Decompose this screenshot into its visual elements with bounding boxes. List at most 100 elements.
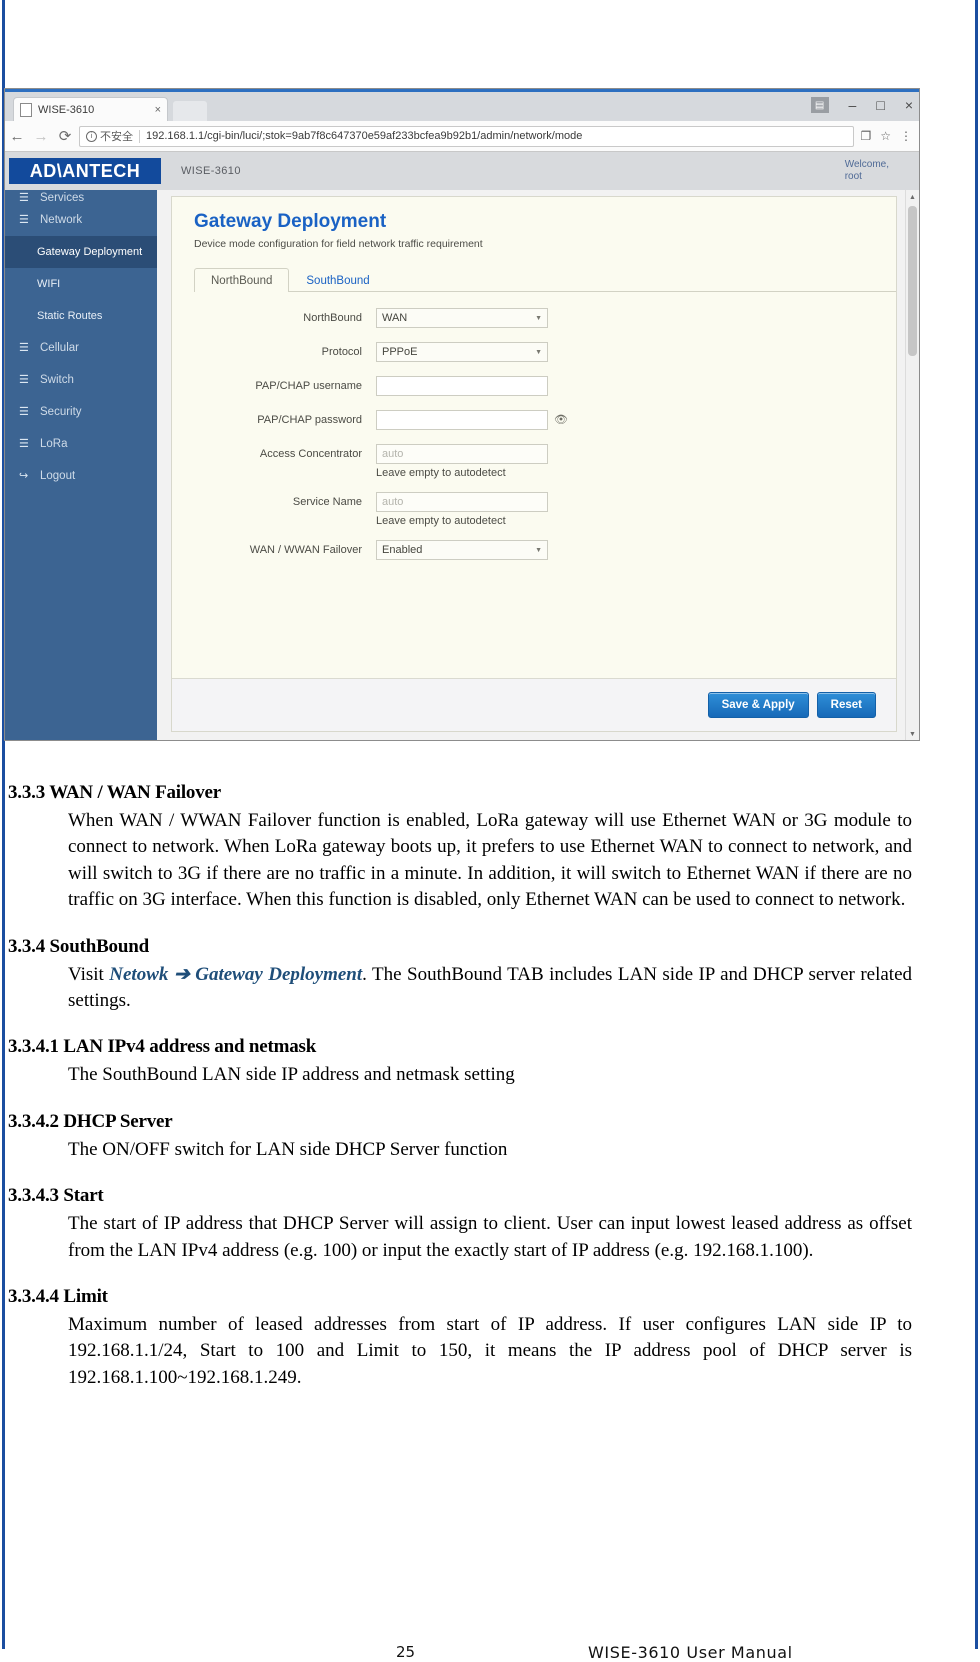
manual-section: 3.3.4.3 Start The start of IP address tha… xyxy=(0,1185,980,1264)
user-profile-icon[interactable]: ▤ xyxy=(810,97,829,113)
northbound-select[interactable]: WAN ▼ xyxy=(376,308,548,328)
field-control: Enabled ▼ xyxy=(376,540,548,560)
reveal-password-icon[interactable]: 👁 xyxy=(554,414,568,426)
field-label: WAN / WWAN Failover xyxy=(249,544,362,556)
list-icon: ☰ xyxy=(19,373,29,386)
sidebar-item-cellular[interactable]: ☰ Cellular xyxy=(5,332,157,364)
manual-section: 3.3.4.1 LAN IPv4 address and netmask The … xyxy=(0,1036,980,1088)
browser-menu-icon[interactable]: ⋮ xyxy=(900,129,912,143)
translate-icon[interactable]: ❐ xyxy=(860,129,871,143)
sidebar-item-logout[interactable]: ↪ Logout xyxy=(5,460,157,492)
welcome-username: root xyxy=(844,171,862,182)
minimize-icon[interactable]: – xyxy=(849,98,857,112)
access-concentrator-input[interactable]: auto xyxy=(376,444,548,464)
reload-icon[interactable]: ⟳ xyxy=(53,127,77,145)
sidebar-item-network[interactable]: ☰ Network xyxy=(5,204,157,236)
form-row: PAP/CHAP username xyxy=(172,376,896,397)
selected-value: PPPoE xyxy=(382,346,418,358)
new-tab-button[interactable] xyxy=(173,101,207,121)
manual-section: 3.3.4.4 Limit Maximum number of leased ad… xyxy=(0,1286,980,1391)
list-icon: ☰ xyxy=(19,192,29,204)
insecure-badge[interactable]: i 不安全 xyxy=(86,128,133,144)
page-number: 25 xyxy=(396,1643,416,1661)
manual-title: WISE-3610 User Manual xyxy=(588,1643,793,1662)
sidebar-item-security[interactable]: ☰ Security xyxy=(5,396,157,428)
field-label: Protocol xyxy=(321,346,362,358)
sidebar-item-lora[interactable]: ☰ LoRa xyxy=(5,428,157,460)
sidebar-item-label: Switch xyxy=(40,374,74,386)
form-row: Access Concentrator auto Leave empty to au… xyxy=(172,444,896,479)
sidebar-item-static-routes[interactable]: Static Routes xyxy=(5,300,157,332)
tab-southbound[interactable]: SouthBound xyxy=(289,268,386,292)
sidebar-item-services[interactable]: ☰ Services xyxy=(5,190,157,204)
close-icon[interactable]: × xyxy=(151,104,161,116)
sidebar-item-label: WIFI xyxy=(37,278,61,290)
web-page-viewport: AD\ANTECH WISE-3610 Welcome, root ☰ Servi… xyxy=(5,152,919,740)
tab-northbound[interactable]: NorthBound xyxy=(194,268,290,292)
menu-path-network: Netowk xyxy=(109,963,169,985)
page-title: Gateway Deployment xyxy=(194,211,387,232)
chevron-down-icon: ▼ xyxy=(535,348,542,356)
sidebar-item-label: Gateway Deployment xyxy=(37,246,143,258)
page-scrollbar[interactable]: ▲ ▼ xyxy=(905,190,919,740)
sidebar-item-switch[interactable]: ☰ Switch xyxy=(5,364,157,396)
panel-action-bar: Save & Apply Reset xyxy=(172,678,896,731)
field-control xyxy=(376,376,548,396)
sidebar-item-label: Security xyxy=(40,406,82,418)
form-tabs: NorthBound SouthBound xyxy=(194,268,896,292)
wan-wwan-failover-select[interactable]: Enabled ▼ xyxy=(376,540,548,560)
section-body: The ON/OFF switch for LAN side DHCP Serv… xyxy=(68,1138,508,1160)
window-close-icon[interactable]: × xyxy=(905,98,913,112)
arrow-icon: ➔ xyxy=(168,963,196,985)
browser-tab-strip: WISE-3610 × ▤ – □ × xyxy=(5,92,919,121)
reset-button[interactable]: Reset xyxy=(816,692,876,718)
field-value: auto xyxy=(382,496,404,508)
section-heading: 3.3.4.2 DHCP Server xyxy=(8,1110,173,1132)
sidebar-item-label: LoRa xyxy=(40,438,68,450)
browser-omnibar: ← → ⟳ i 不安全 192.168.1.1/cgi-bin/luci/;st… xyxy=(5,121,919,152)
maximize-icon[interactable]: □ xyxy=(876,98,884,112)
scroll-down-icon[interactable]: ▼ xyxy=(906,727,919,740)
service-name-input[interactable]: auto xyxy=(376,492,548,512)
browser-tab[interactable]: WISE-3610 × xyxy=(13,97,168,121)
back-icon[interactable]: ← xyxy=(5,128,29,145)
address-bar[interactable]: i 不安全 192.168.1.1/cgi-bin/luci/;stok=9ab… xyxy=(79,125,855,147)
save-apply-button[interactable]: Save & Apply xyxy=(707,692,809,718)
pap-chap-username-input[interactable] xyxy=(376,376,548,396)
bookmark-star-icon[interactable]: ☆ xyxy=(880,129,891,143)
section-body: Maximum number of leased addresses from … xyxy=(68,1314,912,1388)
list-icon: ☰ xyxy=(19,213,29,226)
url-divider xyxy=(139,129,140,143)
browser-tab-title: WISE-3610 xyxy=(38,103,95,116)
sidebar-item-label: Services xyxy=(40,192,85,204)
form-row: WAN / WWAN Failover Enabled ▼ xyxy=(172,540,896,561)
protocol-select[interactable]: PPPoE ▼ xyxy=(376,342,548,362)
manual-section: 3.3.3 WAN / WAN Failover When WAN / WWAN … xyxy=(0,782,980,914)
section-heading: 3.3.4.4 Limit xyxy=(8,1286,108,1308)
sidebar-item-label: Logout xyxy=(40,470,76,482)
list-icon: ↪ xyxy=(19,469,29,482)
device-model-label: WISE-3610 xyxy=(181,165,241,177)
scroll-up-icon[interactable]: ▲ xyxy=(906,190,919,203)
field-label: NorthBound xyxy=(303,312,362,324)
scrollbar-thumb[interactable] xyxy=(908,206,917,356)
section-body: Visit Netowk ➔ Gateway Deployment. The S… xyxy=(68,962,912,1015)
advantech-logo: AD\ANTECH xyxy=(9,158,161,184)
body-text-prefix: Visit xyxy=(68,963,110,985)
app-sidebar: ☰ Services ☰ Network Gateway Deployment WIFI S… xyxy=(5,190,157,740)
sidebar-item-wifi[interactable]: WIFI xyxy=(5,268,157,300)
field-control: 👁 xyxy=(376,410,568,430)
pap-chap-password-input[interactable] xyxy=(376,410,548,430)
field-control: auto Leave empty to autodetect xyxy=(376,444,548,479)
selected-value: Enabled xyxy=(382,544,423,556)
form-row: Protocol PPPoE ▼ xyxy=(172,342,896,363)
field-hint: Leave empty to autodetect xyxy=(376,515,506,527)
chevron-down-icon: ▼ xyxy=(535,314,542,322)
manual-section: 3.3.4 SouthBound Visit Netowk ➔ Gateway D… xyxy=(0,936,980,1015)
chevron-down-icon: ▼ xyxy=(535,546,542,554)
sidebar-item-gateway-deployment[interactable]: Gateway Deployment xyxy=(5,236,157,268)
field-control: WAN ▼ xyxy=(376,308,548,328)
field-label: Access Concentrator xyxy=(259,448,362,460)
list-icon: ☰ xyxy=(19,437,29,450)
section-body: The SouthBound LAN side IP address and n… xyxy=(68,1064,515,1086)
